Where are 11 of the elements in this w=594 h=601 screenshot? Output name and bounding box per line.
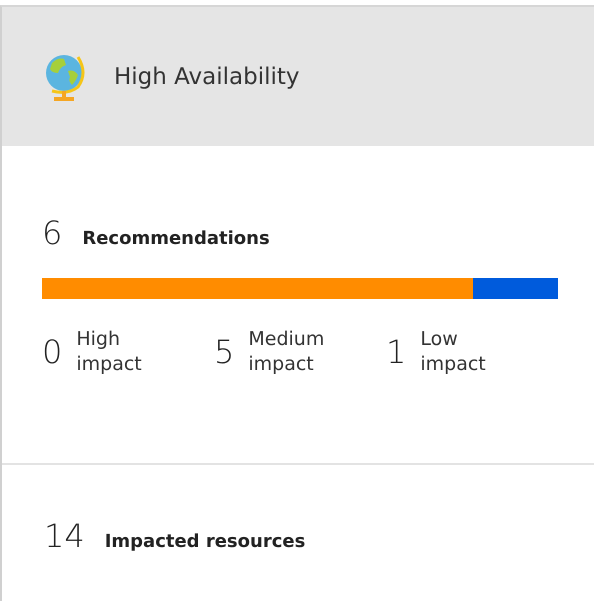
recommendations-label: Recommendations [82,228,270,249]
impact-label: High impact [76,327,142,376]
impact-count: 1 [386,332,406,371]
impact-count: 5 [214,332,234,371]
resource-count: 14 [44,517,85,555]
resources-label: Impacted resources [104,531,306,552]
card-title: High Availability [114,64,300,90]
impact-count: 0 [42,332,62,371]
impact-label: Medium impact [248,327,324,376]
recommendation-count: 6 [42,214,62,252]
impact-label: Low impact [420,327,486,376]
